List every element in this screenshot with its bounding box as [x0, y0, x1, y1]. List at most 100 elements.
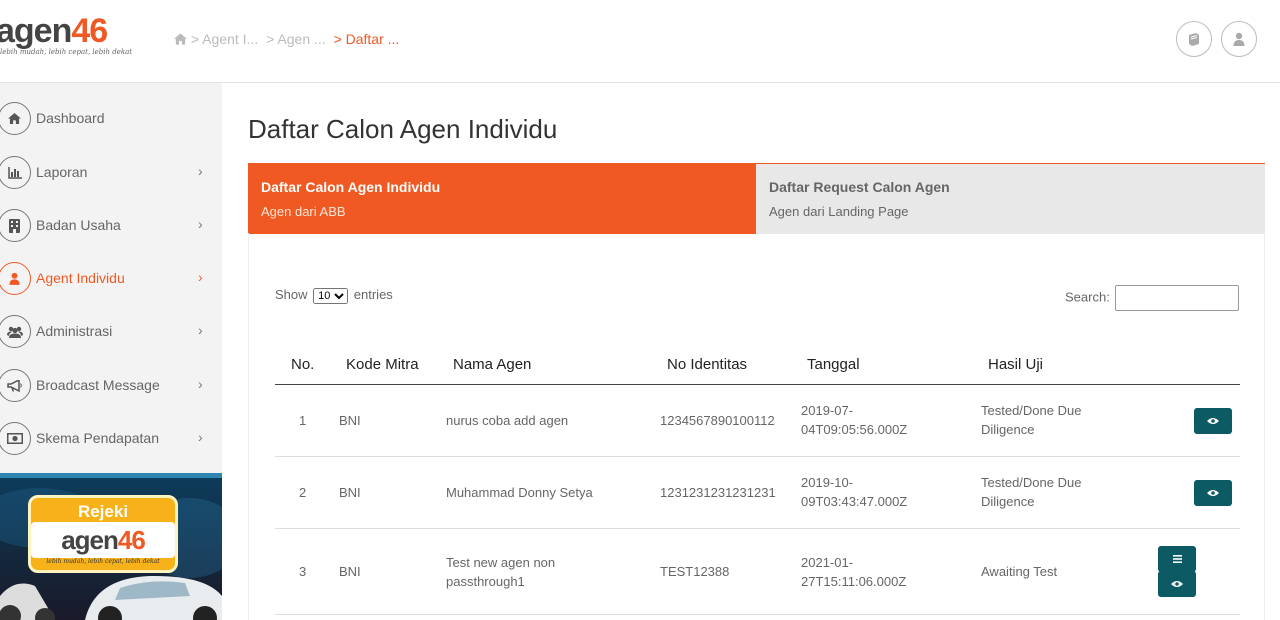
sidebar-item-dashboard[interactable]: Dashboard — [0, 100, 220, 140]
sidebar-item-label: Dashboard — [36, 110, 105, 126]
megaphone-icon — [0, 369, 31, 402]
promo-logo-text: agen — [61, 525, 119, 555]
sidebar-item-broadcast-message[interactable]: Broadcast Message › — [0, 367, 220, 407]
show-label: Show — [275, 287, 308, 302]
entries-label: entries — [353, 287, 393, 302]
cell-kode-mitra: BNI — [339, 413, 361, 428]
cell-no: 2 — [299, 485, 307, 500]
user-icon — [1233, 32, 1245, 46]
eye-icon — [1207, 490, 1219, 496]
sidebar-item-label: Broadcast Message — [36, 377, 160, 393]
table-panel: Show 10 entries Search: No. Kode Mitra N… — [248, 233, 1265, 620]
search-input[interactable] — [1115, 285, 1240, 311]
page-title: Daftar Calon Agen Individu — [248, 114, 558, 144]
money-icon — [0, 422, 31, 455]
chevron-right-icon: › — [198, 429, 203, 445]
breadcrumb: > Agent I... > Agen ... > Daftar ... — [174, 31, 403, 47]
bar-chart-icon — [0, 156, 31, 189]
tab-title: Daftar Request Calon Agen — [769, 179, 950, 195]
column-header-tanggal[interactable]: Tanggal — [807, 356, 860, 373]
promo-logo-number: 46 — [117, 525, 146, 555]
promo-banner[interactable]: Rejeki agen46 lebih mudah, lebih cepat, … — [0, 473, 222, 620]
table-row: 2 BNI Muhammad Donny Setya 1231231231231… — [275, 457, 1240, 529]
entries-select[interactable]: 10 — [313, 288, 349, 304]
cell-nama-agen: Muhammad Donny Setya — [446, 485, 593, 500]
table-row: 3 BNI Test new agen non passthrough1 TES… — [275, 529, 1240, 615]
cell-no: 1 — [299, 413, 307, 428]
cell-no-identitas: TEST12388 — [660, 564, 730, 579]
cell-kode-mitra: BNI — [339, 485, 361, 500]
sidebar-item-skema-pendapatan[interactable]: Skema Pendapatan › — [0, 420, 220, 460]
sidebar-item-badan-usaha[interactable]: Badan Usaha › — [0, 207, 220, 247]
column-header-no-identitas[interactable]: No Identitas — [667, 356, 747, 373]
user-icon — [0, 262, 31, 295]
cell-nama-agen: Test new agen non passthrough1 — [446, 555, 556, 589]
logo-number: 46 — [71, 12, 108, 50]
cell-nama-agen: nurus coba add agen — [446, 413, 569, 428]
cell-hasil-uji: Tested/Done Due Diligence — [981, 403, 1082, 437]
sidebar-item-label: Agent Individu — [36, 270, 125, 286]
users-icon — [0, 315, 31, 348]
eye-icon — [1171, 581, 1183, 587]
tab-daftar-request[interactable]: Daftar Request Calon Agen Agen dari Land… — [756, 164, 1265, 234]
cell-tanggal: 2019-10-09T03:43:47.000Z — [801, 475, 908, 509]
table-header: No. Kode Mitra Nama Agen No Identitas Ta… — [275, 346, 1240, 385]
sidebar: Dashboard Laporan › Badan Usaha › Agent … — [0, 83, 222, 620]
sidebar-item-label: Administrasi — [36, 323, 113, 339]
book-icon — [1189, 33, 1199, 46]
search-control: Search: — [1065, 285, 1240, 311]
tab-daftar-calon-agen[interactable]: Daftar Calon Agen Individu Agen dari ABB — [248, 164, 756, 234]
column-header-nama-agen[interactable]: Nama Agen — [453, 356, 531, 373]
tab-subtitle: Agen dari Landing Page — [769, 204, 909, 219]
search-label: Search: — [1065, 289, 1110, 305]
breadcrumb-item[interactable]: > Agen ... — [266, 31, 326, 47]
cell-no-identitas: 1231231231231231 — [660, 485, 776, 500]
breadcrumb-item[interactable]: > Agent I... — [191, 31, 258, 47]
column-header-no[interactable]: No. — [291, 356, 314, 373]
menu-button[interactable] — [1158, 546, 1196, 572]
tab-subtitle: Agen dari ABB — [261, 204, 346, 219]
sidebar-item-agent-individu[interactable]: Agent Individu › — [0, 260, 220, 300]
menu-icon — [1172, 555, 1182, 563]
promo-card: Rejeki agen46 lebih mudah, lebih cepat, … — [28, 495, 178, 573]
building-icon — [0, 209, 31, 242]
column-header-hasil-uji[interactable]: Hasil Uji — [988, 356, 1043, 373]
cell-kode-mitra: BNI — [339, 564, 361, 579]
chevron-right-icon: › — [198, 163, 203, 179]
view-button[interactable] — [1158, 571, 1196, 597]
sidebar-item-administrasi[interactable]: Administrasi › — [0, 313, 220, 353]
entries-length-control: Show 10 entries — [275, 287, 393, 304]
promo-tagline: lebih mudah, lebih cepat, lebih dekat — [46, 558, 160, 565]
sidebar-item-laporan[interactable]: Laporan › — [0, 154, 220, 194]
view-button[interactable] — [1194, 408, 1232, 434]
cell-hasil-uji: Tested/Done Due Diligence — [981, 475, 1082, 509]
sidebar-item-label: Laporan — [36, 164, 88, 180]
tab-title: Daftar Calon Agen Individu — [261, 179, 441, 195]
chevron-right-icon: › — [198, 216, 203, 232]
logo-tagline: lebih mudah, lebih cepat, lebih dekat — [0, 48, 133, 56]
user-menu-button[interactable] — [1221, 21, 1257, 57]
cell-tanggal: 2019-07-04T09:05:56.000Z — [801, 403, 908, 437]
cell-no: 3 — [299, 564, 307, 579]
logo-text: agen — [0, 12, 72, 50]
sidebar-item-label: Skema Pendapatan — [36, 430, 159, 446]
home-icon — [0, 102, 31, 135]
home-icon[interactable] — [174, 33, 187, 45]
promo-logo: agen46 — [31, 522, 175, 558]
main-content: Daftar Calon Agen Individu Daftar Calon … — [222, 83, 1280, 620]
view-button[interactable] — [1194, 480, 1232, 506]
chevron-right-icon: › — [198, 269, 203, 285]
column-header-kode-mitra[interactable]: Kode Mitra — [346, 356, 419, 373]
table-row: 1 BNI nurus coba add agen 12345678901001… — [275, 385, 1240, 457]
sidebar-item-label: Badan Usaha — [36, 217, 121, 233]
cell-tanggal: 2021-01-27T15:11:06.000Z — [801, 555, 907, 589]
tab-bar: Daftar Calon Agen Individu Agen dari ABB… — [248, 163, 1265, 234]
book-button[interactable] — [1176, 21, 1212, 57]
brand-logo[interactable]: agen46 lebih mudah, lebih cepat, lebih d… — [0, 14, 146, 58]
promo-title: Rejeki — [77, 502, 129, 521]
chevron-right-icon: › — [198, 322, 203, 338]
cell-no-identitas: 1234567890100112 — [660, 413, 775, 428]
chevron-right-icon: › — [198, 376, 203, 392]
eye-icon — [1207, 418, 1219, 424]
top-bar: agen46 lebih mudah, lebih cepat, lebih d… — [0, 0, 1280, 83]
